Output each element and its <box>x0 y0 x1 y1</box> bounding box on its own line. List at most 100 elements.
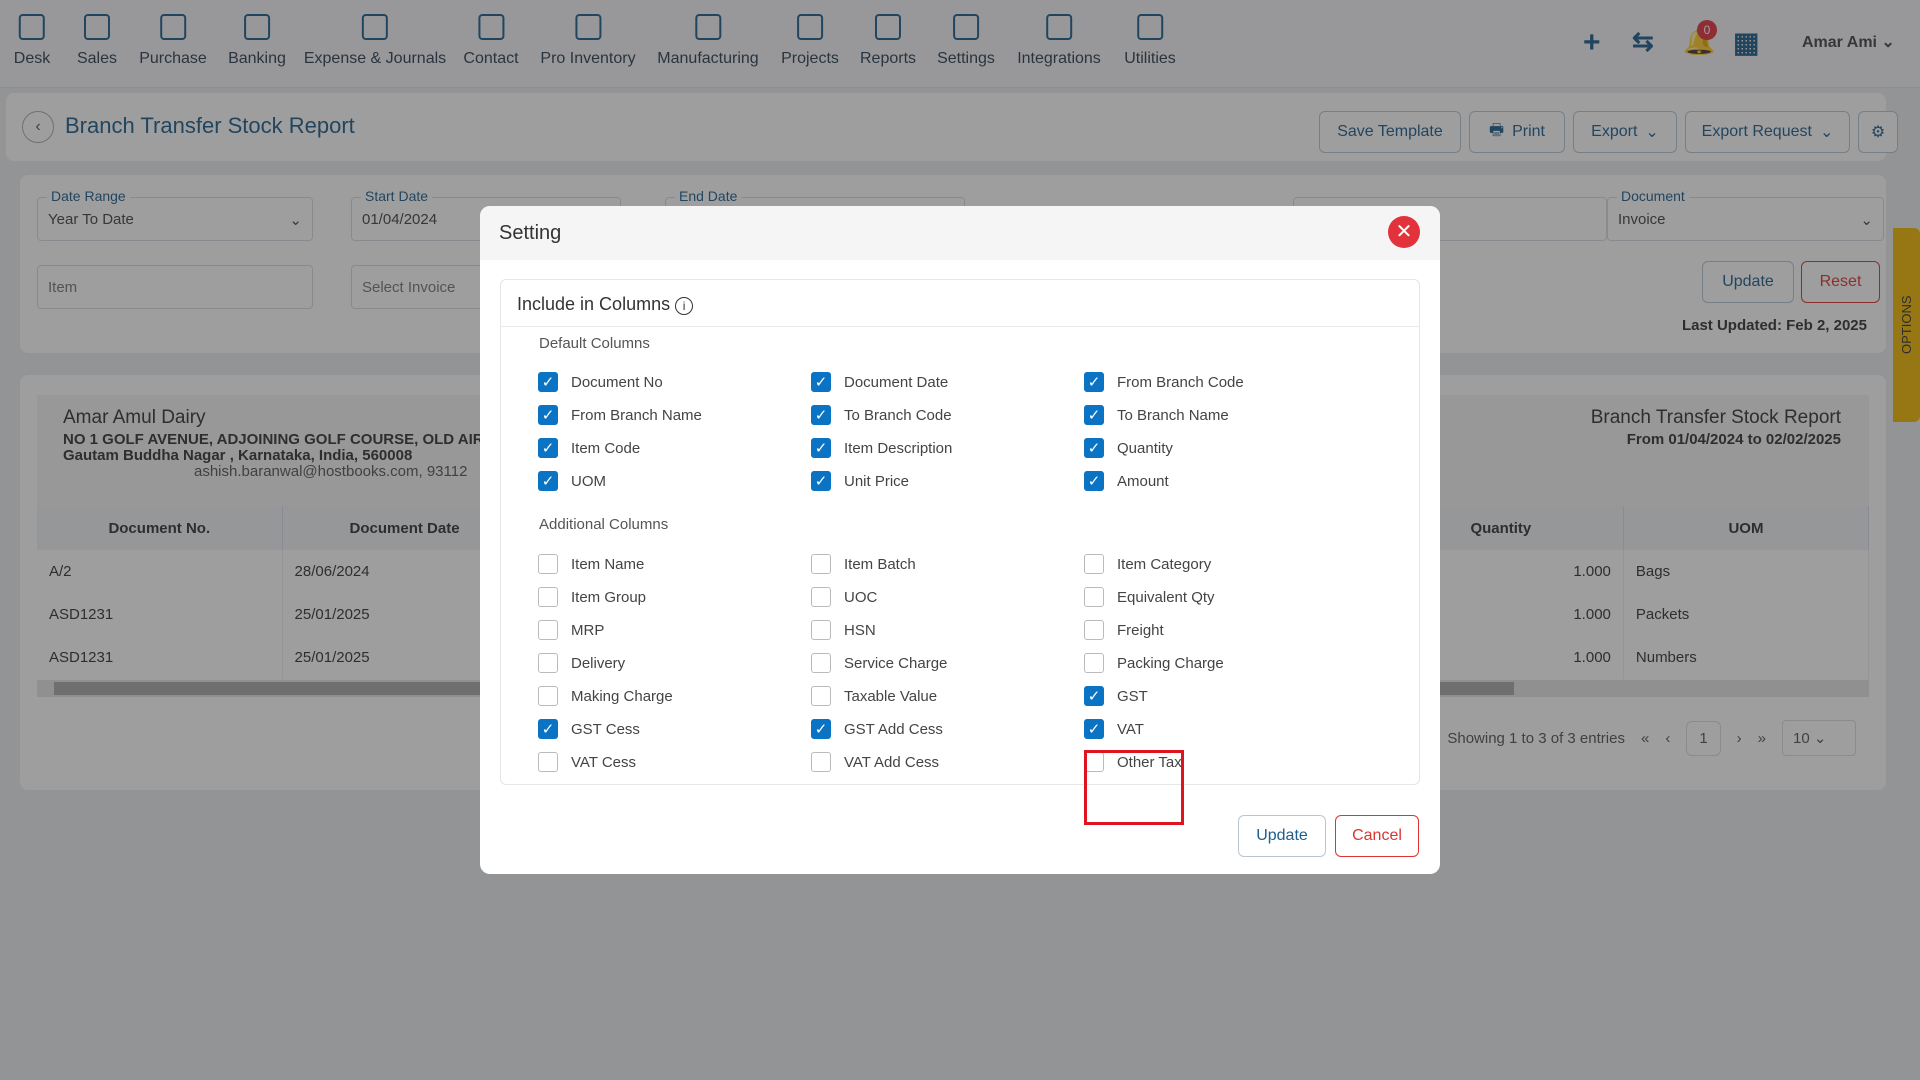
section-title: Include in Columns <box>517 294 671 314</box>
column-checkbox-making-charge[interactable]: Making Charge <box>538 686 673 706</box>
modal-cancel-button[interactable]: Cancel <box>1335 815 1419 857</box>
checkbox-label: Taxable Value <box>844 687 938 705</box>
checkbox-unchecked-icon[interactable] <box>811 752 831 772</box>
divider <box>501 326 1419 327</box>
checkbox-label: To Branch Code <box>844 406 952 424</box>
checkbox-unchecked-icon[interactable] <box>538 554 558 574</box>
checkbox-label: VAT Add Cess <box>844 753 940 771</box>
checkbox-checked-icon[interactable]: ✓ <box>538 405 558 425</box>
checkbox-unchecked-icon[interactable] <box>538 587 558 607</box>
checkbox-checked-icon[interactable]: ✓ <box>1084 686 1104 706</box>
column-checkbox-document-date[interactable]: ✓ Document Date <box>811 372 948 392</box>
checkbox-checked-icon[interactable]: ✓ <box>811 372 831 392</box>
checkbox-unchecked-icon[interactable] <box>1084 554 1104 574</box>
column-checkbox-service-charge[interactable]: Service Charge <box>811 653 947 673</box>
checkbox-checked-icon[interactable]: ✓ <box>1084 372 1104 392</box>
checkbox-label: MRP <box>571 621 605 639</box>
modal-header: Setting <box>480 206 1440 260</box>
checkbox-unchecked-icon[interactable] <box>538 653 558 673</box>
checkbox-label: Item Description <box>844 439 953 457</box>
column-checkbox-hsn[interactable]: HSN <box>811 620 876 640</box>
additional-columns-label: Additional Columns <box>539 516 669 533</box>
default-columns-label: Default Columns <box>539 335 650 352</box>
checkbox-checked-icon[interactable]: ✓ <box>811 438 831 458</box>
checkbox-label: GST Cess <box>571 720 640 738</box>
checkbox-unchecked-icon[interactable] <box>538 686 558 706</box>
column-checkbox-uoc[interactable]: UOC <box>811 587 877 607</box>
checkbox-label: GST Add Cess <box>844 720 943 738</box>
checkbox-checked-icon[interactable]: ✓ <box>1084 719 1104 739</box>
checkbox-label: Item Code <box>571 439 641 457</box>
modal-title: Setting <box>499 222 562 244</box>
checkbox-unchecked-icon[interactable] <box>1084 620 1104 640</box>
checkbox-unchecked-icon[interactable] <box>1084 587 1104 607</box>
column-checkbox-to-branch-code[interactable]: ✓ To Branch Code <box>811 405 952 425</box>
column-checkbox-gst-add-cess[interactable]: ✓ GST Add Cess <box>811 719 943 739</box>
column-checkbox-from-branch-name[interactable]: ✓ From Branch Name <box>538 405 702 425</box>
column-checkbox-packing-charge[interactable]: Packing Charge <box>1084 653 1224 673</box>
column-checkbox-gst-cess[interactable]: ✓ GST Cess <box>538 719 640 739</box>
checkbox-label: Equivalent Qty <box>1117 588 1215 606</box>
checkbox-checked-icon[interactable]: ✓ <box>811 471 831 491</box>
column-checkbox-equivalent-qty[interactable]: Equivalent Qty <box>1084 587 1215 607</box>
info-icon[interactable]: i <box>675 297 694 315</box>
column-checkbox-taxable-value[interactable]: Taxable Value <box>811 686 937 706</box>
checkbox-checked-icon[interactable]: ✓ <box>1084 438 1104 458</box>
column-checkbox-item-code[interactable]: ✓ Item Code <box>538 438 640 458</box>
checkbox-label: Item Group <box>571 588 647 606</box>
column-checkbox-document-no[interactable]: ✓ Document No <box>538 372 663 392</box>
checkbox-checked-icon[interactable]: ✓ <box>538 438 558 458</box>
checkbox-unchecked-icon[interactable] <box>538 752 558 772</box>
checkbox-label: HSN <box>844 621 876 639</box>
modal-update-button[interactable]: Update <box>1238 815 1326 857</box>
checkbox-label: To Branch Name <box>1117 406 1229 424</box>
checkbox-checked-icon[interactable]: ✓ <box>811 719 831 739</box>
checkbox-checked-icon[interactable]: ✓ <box>538 471 558 491</box>
checkbox-label: Amount <box>1117 472 1169 490</box>
checkbox-unchecked-icon[interactable] <box>538 620 558 640</box>
column-checkbox-gst[interactable]: ✓ GST <box>1084 686 1148 706</box>
column-checkbox-item-group[interactable]: Item Group <box>538 587 646 607</box>
include-columns-panel: Include in Columns i Default Columns Add… <box>500 279 1420 825</box>
column-checkbox-vat[interactable]: ✓ VAT <box>1084 719 1144 739</box>
checkbox-checked-icon[interactable]: ✓ <box>1084 471 1104 491</box>
checkbox-label: Packing Charge <box>1117 654 1224 672</box>
column-checkbox-quantity[interactable]: ✓ Quantity <box>1084 438 1173 458</box>
checkbox-label: UOM <box>571 472 606 490</box>
checkbox-label: Making Charge <box>571 687 673 705</box>
column-checkbox-freight[interactable]: Freight <box>1084 620 1164 640</box>
cancel-label: Cancel <box>1352 827 1402 844</box>
checkbox-unchecked-icon[interactable] <box>811 620 831 640</box>
checkbox-label: Item Batch <box>844 555 916 573</box>
column-checkbox-amount[interactable]: ✓ Amount <box>1084 471 1169 491</box>
settings-modal: Setting ✕ Include in Columns i Default C… <box>480 206 1440 874</box>
highlight-box <box>1084 750 1184 825</box>
column-checkbox-uom[interactable]: ✓ UOM <box>538 471 606 491</box>
checkbox-checked-icon[interactable]: ✓ <box>811 405 831 425</box>
column-checkbox-item-name[interactable]: Item Name <box>538 554 644 574</box>
column-checkbox-mrp[interactable]: MRP <box>538 620 604 640</box>
checkbox-unchecked-icon[interactable] <box>1084 653 1104 673</box>
column-checkbox-item-batch[interactable]: Item Batch <box>811 554 916 574</box>
column-checkbox-delivery[interactable]: Delivery <box>538 653 625 673</box>
column-checkbox-item-description[interactable]: ✓ Item Description <box>811 438 952 458</box>
checkbox-unchecked-icon[interactable] <box>811 653 831 673</box>
column-checkbox-unit-price[interactable]: ✓ Unit Price <box>811 471 909 491</box>
update-label: Update <box>1256 827 1308 844</box>
checkbox-label: Document No <box>571 373 663 391</box>
checkbox-label: From Branch Name <box>571 406 702 424</box>
checkbox-unchecked-icon[interactable] <box>811 686 831 706</box>
checkbox-unchecked-icon[interactable] <box>811 587 831 607</box>
checkbox-label: Unit Price <box>844 472 910 490</box>
checkbox-checked-icon[interactable]: ✓ <box>538 372 558 392</box>
column-checkbox-item-category[interactable]: Item Category <box>1084 554 1211 574</box>
close-icon[interactable]: ✕ <box>1388 216 1420 248</box>
column-checkbox-vat-cess[interactable]: VAT Cess <box>538 752 636 772</box>
column-checkbox-to-branch-name[interactable]: ✓ To Branch Name <box>1084 405 1229 425</box>
checkbox-checked-icon[interactable]: ✓ <box>1084 405 1104 425</box>
column-checkbox-from-branch-code[interactable]: ✓ From Branch Code <box>1084 372 1244 392</box>
checkbox-unchecked-icon[interactable] <box>811 554 831 574</box>
checkbox-checked-icon[interactable]: ✓ <box>538 719 558 739</box>
checkbox-label: Item Category <box>1117 555 1212 573</box>
column-checkbox-vat-add-cess[interactable]: VAT Add Cess <box>811 752 939 772</box>
